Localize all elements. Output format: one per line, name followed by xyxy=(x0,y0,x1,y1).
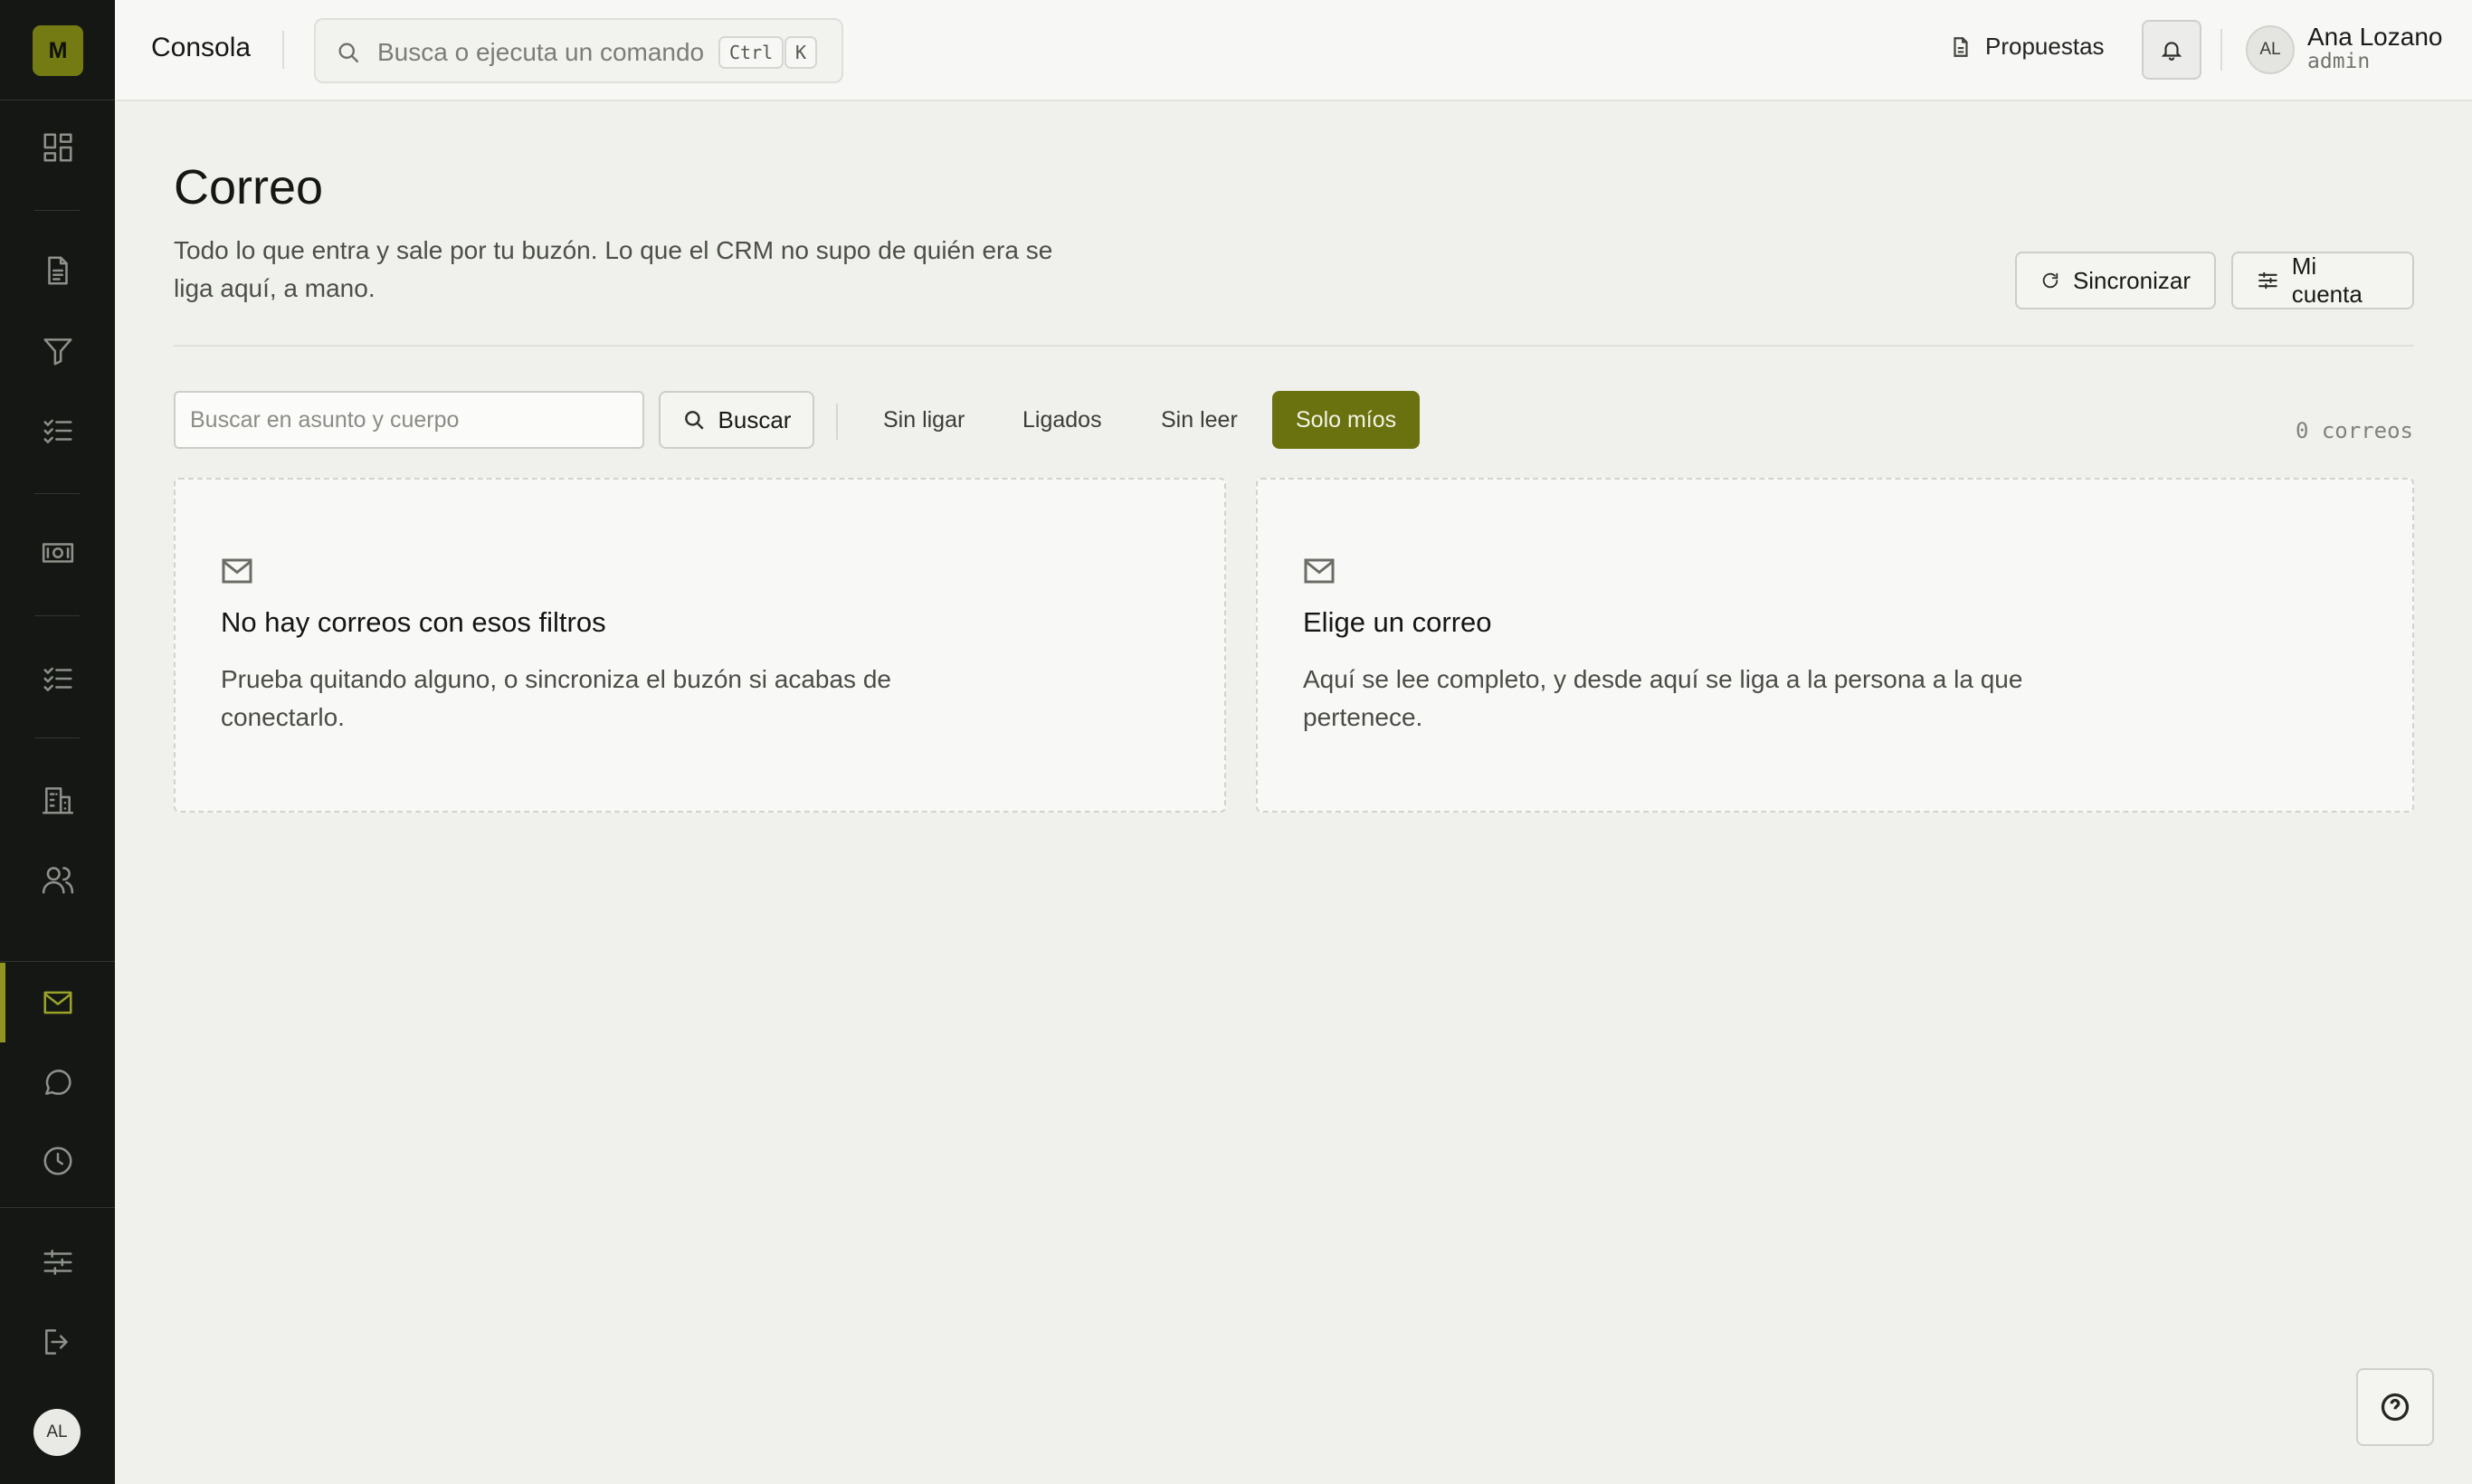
sliders-icon xyxy=(2258,271,2277,290)
sidebar-divider xyxy=(34,737,80,738)
sidebar-item-mail[interactable] xyxy=(34,979,81,1026)
filter-chip-linked[interactable]: Ligados xyxy=(999,391,1126,449)
proposals-label: Propuestas xyxy=(1985,33,2105,60)
sidebar-item-documents[interactable] xyxy=(34,247,81,294)
shortcut-key-k: K xyxy=(784,36,818,69)
bell-icon xyxy=(2161,42,2182,61)
sidebar-item-history[interactable] xyxy=(34,1137,81,1184)
sidebar-divider xyxy=(34,493,80,494)
checklist-icon xyxy=(43,667,72,691)
refresh-icon xyxy=(2042,272,2058,289)
chat-icon xyxy=(45,1070,71,1095)
users-icon xyxy=(42,867,74,894)
filter-chip-unlinked[interactable]: Sin ligar xyxy=(860,391,988,449)
active-indicator xyxy=(0,963,5,1042)
empty-detail-text: Aquí se lee completo, y desde aquí se li… xyxy=(1303,665,2023,731)
page-title: Correo xyxy=(174,160,324,214)
logout-icon xyxy=(45,1329,68,1355)
app-logo[interactable]: M xyxy=(33,25,83,76)
sidebar-divider xyxy=(34,210,80,211)
sync-label: Sincronizar xyxy=(2072,266,2191,294)
clock-icon xyxy=(43,1146,72,1175)
my-account-label: Mi cuenta xyxy=(2291,252,2363,308)
sidebar-item-funnel[interactable] xyxy=(34,328,81,375)
command-search[interactable]: Busca o ejecuta un comando Ctrl K xyxy=(314,18,843,83)
sidebar-item-settings[interactable] xyxy=(34,1239,81,1286)
sidebar-item-contacts[interactable] xyxy=(34,856,81,903)
sidebar-divider xyxy=(34,615,80,616)
checklist-icon xyxy=(43,419,72,443)
filter-chip-mine[interactable]: Solo míos xyxy=(1272,391,1421,449)
document-icon xyxy=(48,256,68,285)
search-button-label: Buscar xyxy=(718,405,792,433)
sidebar-item-tasks[interactable] xyxy=(34,407,81,454)
sidebar-item-billing[interactable] xyxy=(34,529,81,576)
mail-list-empty-state: No hay correos con esos filtros Prueba q… xyxy=(174,478,1226,813)
search-icon xyxy=(684,411,704,430)
divider xyxy=(836,404,838,440)
mail-icon xyxy=(1303,557,1336,589)
mail-count: 0 correos xyxy=(2295,418,2413,443)
mail-icon xyxy=(43,991,72,1014)
sidebar-divider xyxy=(0,961,115,962)
sidebar-item-logout[interactable] xyxy=(34,1318,81,1365)
command-search-placeholder: Busca o ejecuta un comando xyxy=(377,38,705,66)
help-button[interactable] xyxy=(2356,1368,2434,1446)
notifications-button[interactable] xyxy=(2142,20,2201,80)
top-bar: Consola Busca o ejecuta un comando Ctrl … xyxy=(115,0,2472,101)
sync-button[interactable]: Sincronizar xyxy=(2015,252,2216,309)
shortcut-key-ctrl: Ctrl xyxy=(718,36,784,69)
sidebar-divider xyxy=(0,1207,115,1208)
sidebar-item-dashboard[interactable] xyxy=(34,124,81,171)
search-icon xyxy=(336,40,361,65)
user-name: Ana Lozano xyxy=(2307,23,2443,51)
filter-icon xyxy=(43,338,72,366)
divider xyxy=(174,345,2414,347)
mail-detail-empty-state: Elige un correo Aquí se lee completo, y … xyxy=(1256,478,2414,813)
sidebar-item-chat[interactable] xyxy=(34,1059,81,1106)
banknote-icon xyxy=(42,543,74,563)
building-icon xyxy=(42,787,74,814)
page-subtitle: Todo lo que entra y sale por tu buzón. L… xyxy=(174,236,1053,302)
empty-list-title: No hay correos con esos filtros xyxy=(221,606,606,638)
mail-icon xyxy=(221,557,253,589)
empty-detail-title: Elige un correo xyxy=(1303,606,1492,638)
sidebar: M AL xyxy=(0,0,115,1484)
divider xyxy=(282,31,284,69)
filter-chip-unread[interactable]: Sin leer xyxy=(1137,391,1261,449)
search-button[interactable]: Buscar xyxy=(659,391,814,449)
sidebar-item-checklist[interactable] xyxy=(34,655,81,702)
mail-search-input[interactable] xyxy=(174,391,644,449)
avatar[interactable]: AL xyxy=(33,1409,81,1456)
app-title: Consola xyxy=(151,33,252,62)
my-account-button[interactable]: Mi cuenta xyxy=(2231,252,2414,309)
empty-list-text: Prueba quitando alguno, o sincroniza el … xyxy=(221,665,891,731)
help-icon xyxy=(2381,1393,2410,1422)
user-role: admin xyxy=(2307,50,2371,73)
user-avatar[interactable]: AL xyxy=(2246,25,2295,74)
proposals-link[interactable]: Propuestas xyxy=(1949,33,2105,61)
divider xyxy=(2220,29,2222,71)
dashboard-icon xyxy=(43,133,72,162)
sidebar-item-companies[interactable] xyxy=(34,776,81,823)
sliders-icon xyxy=(43,1250,72,1275)
document-icon xyxy=(1954,36,1968,57)
